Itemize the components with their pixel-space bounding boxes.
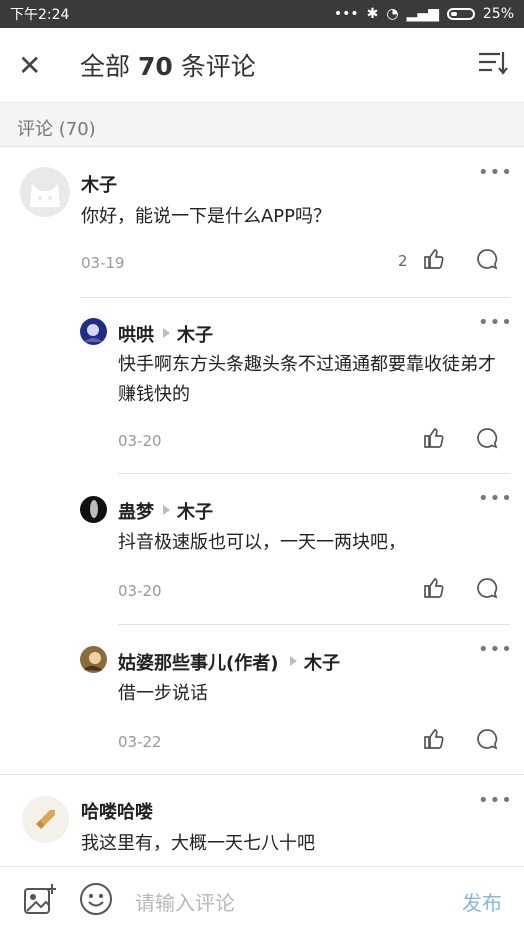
- reply-target[interactable]: 木子: [177, 321, 213, 347]
- like-count: 2: [398, 252, 408, 270]
- avatar-image-icon: [83, 652, 104, 671]
- comment-item: 木子 ••• 你好，能说一下是什么APP吗？ 03-19 2: [0, 147, 524, 297]
- avatar[interactable]: [80, 646, 107, 673]
- rocket-avatar-icon: [36, 810, 55, 829]
- like-icon[interactable]: [422, 426, 446, 450]
- comment-item: 哈喽哈喽 ••• 我这里有，大概一天七八十吧: [0, 775, 524, 865]
- reply-item: 蛊梦 木子 ••• 抖音极速版也可以，一天一两块吧， 03-20: [0, 474, 524, 624]
- more-icon[interactable]: •••: [478, 488, 513, 509]
- reply-text: 抖音极速版也可以，一天一两块吧，: [118, 532, 406, 553]
- battery-level: 25%: [482, 6, 514, 22]
- reply-item: 姑婆那些事儿(作者) 木子 ••• 借一步说话 03-22: [0, 625, 524, 775]
- publish-button[interactable]: 发布: [462, 887, 502, 916]
- comment-text: 我这里有，大概一天七八十吧: [81, 833, 315, 854]
- comments-header: ✕ 全部 70 条评论: [0, 28, 524, 102]
- comment-count: 70: [137, 52, 173, 81]
- comment-input-bar: 请输入评论 发布: [0, 866, 524, 932]
- avatar[interactable]: [80, 318, 107, 345]
- like-icon[interactable]: [422, 247, 446, 271]
- reply-date: 03-20: [118, 432, 162, 450]
- comments-section-heading: 评论 (70): [0, 102, 524, 147]
- reply-text: 快手啊东方头条趣头条不过通通都要靠收徒弟才赚钱快的: [118, 354, 496, 405]
- status-time: 下午2:24: [10, 7, 70, 23]
- comment-date: 03-19: [81, 254, 125, 272]
- avatar-image-icon: [90, 500, 98, 518]
- comment-author[interactable]: 哈喽哈喽: [81, 798, 153, 824]
- more-icon[interactable]: •••: [478, 639, 513, 660]
- more-icon[interactable]: •••: [478, 790, 513, 811]
- reply-author[interactable]: 蛊梦: [118, 498, 154, 524]
- reply-text: 借一步说话: [118, 683, 208, 704]
- reply-target[interactable]: 木子: [177, 498, 213, 524]
- image-add-icon[interactable]: [22, 882, 56, 916]
- like-icon[interactable]: [422, 576, 446, 600]
- reply-arrow-icon: [163, 328, 170, 338]
- reply-target[interactable]: 木子: [304, 649, 340, 675]
- avatar-image-icon: [84, 324, 103, 342]
- avatar[interactable]: [80, 496, 107, 523]
- title-prefix: 全部: [80, 52, 138, 81]
- reply-author[interactable]: 姑婆那些事儿(作者): [118, 649, 278, 675]
- comment-icon[interactable]: [475, 727, 499, 751]
- comment-author[interactable]: 木子: [81, 171, 117, 197]
- reply-item: 哄哄 木子 ••• 快手啊东方头条趣头条不过通通都要靠收徒弟才赚钱快的 03-2…: [0, 298, 524, 473]
- cat-avatar-icon: [30, 184, 60, 207]
- reply-arrow-icon: [290, 656, 297, 666]
- reply-date: 03-22: [118, 733, 162, 751]
- comment-icon[interactable]: [475, 247, 499, 271]
- cell-signal-icon: ▂▄▆: [406, 6, 439, 22]
- status-bar: 下午2:24 ••• ✱ ◔ ▂▄▆ 25%: [0, 0, 524, 28]
- comment-input[interactable]: 请输入评论: [135, 887, 235, 916]
- title-suffix: 条评论: [172, 52, 256, 81]
- emoji-icon[interactable]: [79, 882, 113, 916]
- like-icon[interactable]: [422, 727, 446, 751]
- status-indicators: ••• ✱ ◔ ▂▄▆ 25%: [334, 6, 514, 22]
- reply-date: 03-20: [118, 582, 162, 600]
- comment-icon[interactable]: [475, 426, 499, 450]
- comment-text: 你好，能说一下是什么APP吗？: [81, 206, 332, 227]
- avatar[interactable]: [20, 167, 70, 217]
- signal-dots: •••: [333, 6, 359, 22]
- reply-author[interactable]: 哄哄: [118, 321, 154, 347]
- close-icon[interactable]: ✕: [18, 49, 58, 82]
- wifi-icon: ◔: [386, 6, 399, 22]
- page-title: 全部 70 条评论: [80, 47, 256, 83]
- avatar[interactable]: [22, 796, 69, 843]
- sort-icon[interactable]: [478, 50, 508, 76]
- bluetooth-icon: ✱: [366, 6, 379, 22]
- comment-icon[interactable]: [475, 576, 499, 600]
- more-icon[interactable]: •••: [478, 162, 513, 183]
- more-icon[interactable]: •••: [478, 312, 513, 333]
- reply-arrow-icon: [163, 505, 170, 515]
- battery-icon: [446, 8, 475, 20]
